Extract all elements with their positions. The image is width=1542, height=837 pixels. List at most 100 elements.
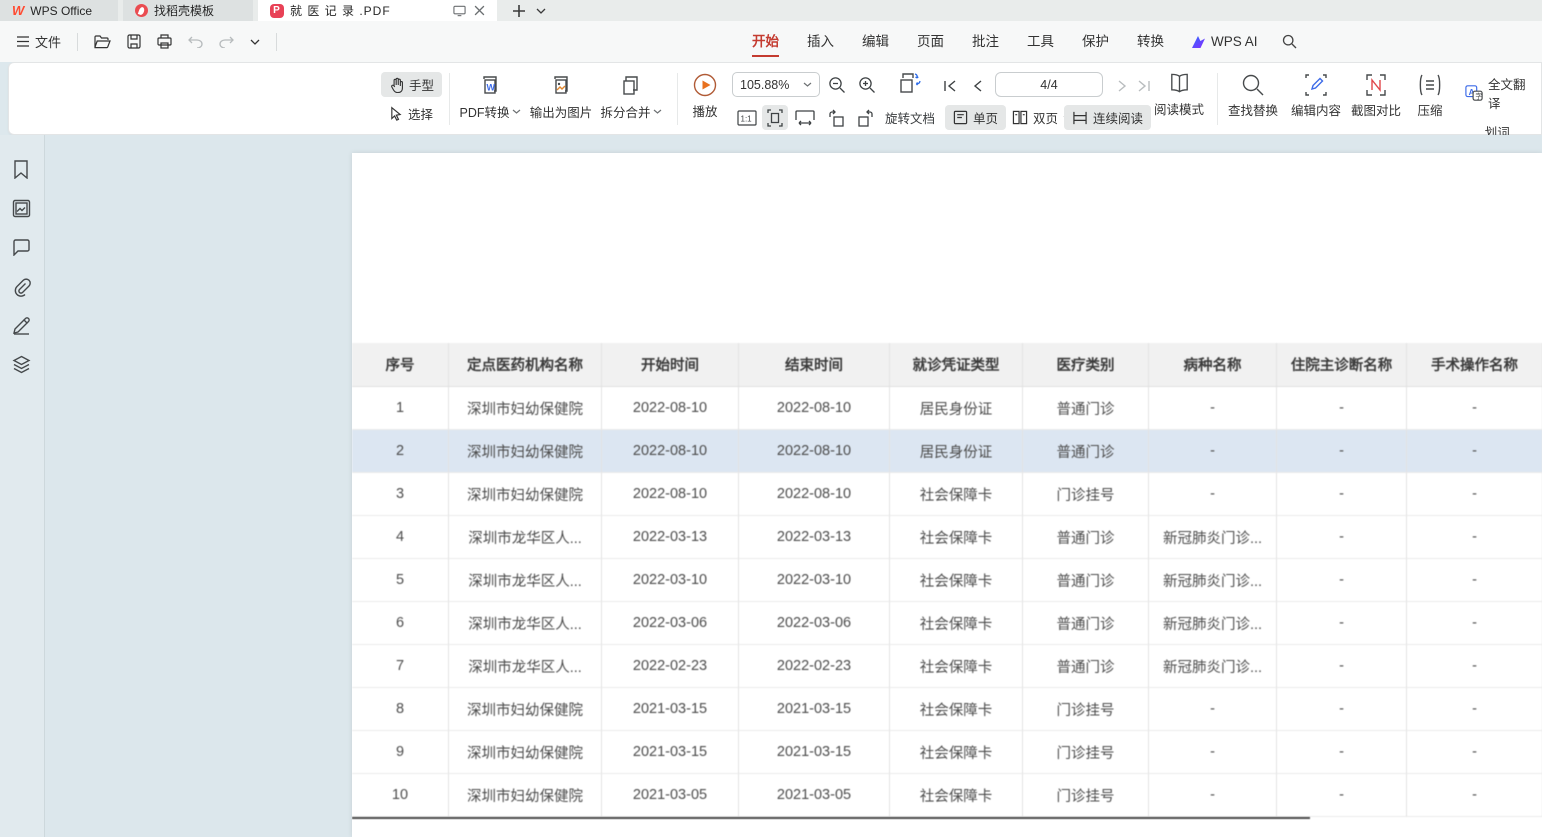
tab-label: 就 医 记 录 .PDF (290, 2, 447, 19)
pdf-convert-icon: W (477, 73, 503, 99)
actual-size-button[interactable]: 1:1 (734, 105, 760, 130)
zoom-out-button[interactable] (824, 72, 850, 97)
print-icon[interactable] (151, 30, 178, 53)
undo-icon[interactable] (182, 31, 209, 52)
compress-button[interactable]: 压缩 (1407, 73, 1453, 119)
hand-tool-button[interactable]: 手型 (381, 72, 442, 97)
compress-icon (1417, 73, 1443, 97)
rotate-document-button[interactable]: 旋转文档 (885, 108, 935, 127)
play-button[interactable]: 播放 (685, 72, 725, 120)
table-cell: 深圳市妇幼保健院 (449, 688, 602, 731)
split-merge-icon (618, 73, 644, 99)
table-cell: 普通门诊 (1023, 387, 1149, 430)
wps-ai-menu[interactable]: WPS AI (1178, 34, 1270, 49)
menu-item[interactable]: 批注 (958, 21, 1013, 62)
zoom-level-select[interactable]: 105.88% (732, 72, 820, 97)
table-cell: - (1407, 516, 1542, 559)
menu-item[interactable]: 保护 (1068, 21, 1123, 62)
pdf-convert-button[interactable]: W PDF转换 (456, 73, 524, 121)
undo-history-chevron-icon[interactable] (244, 35, 266, 49)
table-cell: 新冠肺炎门诊... (1149, 516, 1277, 559)
menu-item[interactable]: 编辑 (848, 21, 903, 62)
screenshot-compare-button[interactable]: 截图对比 (1347, 73, 1405, 119)
tab-pdf-document[interactable]: P 就 医 记 录 .PDF (258, 0, 497, 21)
zoom-in-button[interactable] (854, 72, 880, 97)
table-cell: 门诊挂号 (1023, 688, 1149, 731)
table-cell: - (1277, 473, 1407, 516)
table-cell: 2021-03-05 (602, 774, 739, 817)
single-page-button[interactable]: 单页 (945, 105, 1006, 130)
rotate-left-button[interactable] (823, 105, 849, 130)
menu-item[interactable]: 转换 (1123, 21, 1178, 62)
menu-item[interactable]: 页面 (903, 21, 958, 62)
table-cell: 2022-08-10 (602, 430, 739, 473)
table-cell: 深圳市妇幼保健院 (449, 473, 602, 516)
thumbnails-icon[interactable] (12, 199, 32, 219)
new-tab-button[interactable] (512, 4, 526, 18)
table-cell: 深圳市龙华区人... (449, 602, 602, 645)
table-cell: - (1149, 731, 1277, 774)
previous-page-button[interactable] (965, 73, 991, 98)
table-cell: - (1407, 559, 1542, 602)
screenshot-compare-icon (1364, 73, 1388, 97)
edit-content-button[interactable]: 编辑内容 (1287, 73, 1345, 119)
table-cell: 深圳市龙华区人... (449, 645, 602, 688)
edit-content-label: 编辑内容 (1291, 100, 1341, 119)
table-cell: 2022-08-10 (602, 473, 739, 516)
comments-icon[interactable] (12, 239, 32, 259)
table-cell: 1 (352, 387, 449, 430)
menu-search-icon[interactable] (1270, 34, 1309, 49)
tab-list-chevron-icon[interactable] (536, 8, 546, 14)
table-cell: - (1149, 430, 1277, 473)
split-merge-button[interactable]: 拆分合并 (598, 73, 664, 121)
table-cell: 2022-08-10 (602, 387, 739, 430)
table-cell: 2021-03-15 (739, 688, 890, 731)
present-to-screen-icon[interactable] (453, 5, 466, 17)
export-image-icon (548, 73, 574, 99)
table-cell: 2021-03-15 (739, 731, 890, 774)
read-mode-button[interactable]: 阅读模式 (1151, 72, 1207, 118)
find-replace-button[interactable]: 查找替换 (1221, 73, 1285, 119)
save-icon[interactable] (121, 30, 147, 53)
wps-ai-label: WPS AI (1211, 34, 1258, 49)
export-as-image-button[interactable]: 输出为图片 (526, 73, 596, 121)
layers-icon[interactable] (12, 355, 32, 375)
attachments-icon[interactable] (12, 278, 32, 298)
open-file-icon[interactable] (88, 31, 117, 53)
first-page-button[interactable] (937, 73, 963, 98)
full-text-translate-label: 全文翻译 (1488, 74, 1533, 112)
table-cell: - (1277, 516, 1407, 559)
table-header-row: 序号定点医药机构名称开始时间结束时间就诊凭证类型医疗类别病种名称住院主诊断名称手… (352, 343, 1542, 387)
table-cell: 2022-03-13 (602, 516, 739, 559)
menu-item[interactable]: 开始 (738, 21, 793, 62)
select-tool-button[interactable]: 选择 (381, 101, 442, 126)
continuous-reading-button[interactable]: 连续阅读 (1064, 105, 1151, 130)
table-row: 8深圳市妇幼保健院2021-03-152021-03-15社会保障卡门诊挂号--… (352, 688, 1542, 731)
bookmarks-icon[interactable] (12, 160, 32, 180)
tab-docer-templates[interactable]: 找稻壳模板 (123, 0, 253, 21)
table-cell: 新冠肺炎门诊... (1149, 602, 1277, 645)
table-header-cell: 病种名称 (1149, 343, 1277, 387)
table-cell: 深圳市妇幼保健院 (449, 430, 602, 473)
tab-wps-office[interactable]: W WPS Office (0, 0, 118, 21)
signature-icon[interactable] (12, 316, 32, 336)
rotate-right-button[interactable] (853, 105, 879, 130)
table-cell: 深圳市妇幼保健院 (449, 774, 602, 817)
redo-icon[interactable] (213, 31, 240, 52)
menu-item[interactable]: 插入 (793, 21, 848, 62)
replace-pages-button[interactable] (895, 69, 923, 97)
table-cell: 3 (352, 473, 449, 516)
file-menu-button[interactable]: 文件 (10, 28, 67, 55)
single-page-label: 单页 (973, 108, 998, 127)
double-page-icon (1012, 110, 1028, 125)
menu-item[interactable]: 工具 (1013, 21, 1068, 62)
table-cell: - (1277, 731, 1407, 774)
table-cell: 2022-08-10 (739, 387, 890, 430)
fit-page-button[interactable] (762, 105, 788, 130)
table-cell: 普通门诊 (1023, 645, 1149, 688)
page-number-input[interactable] (995, 72, 1103, 97)
close-tab-icon[interactable] (474, 5, 485, 16)
table-cell: - (1149, 387, 1277, 430)
fit-width-button[interactable] (792, 105, 818, 130)
full-text-translate-button[interactable]: A字 全文翻译 (1457, 71, 1541, 115)
